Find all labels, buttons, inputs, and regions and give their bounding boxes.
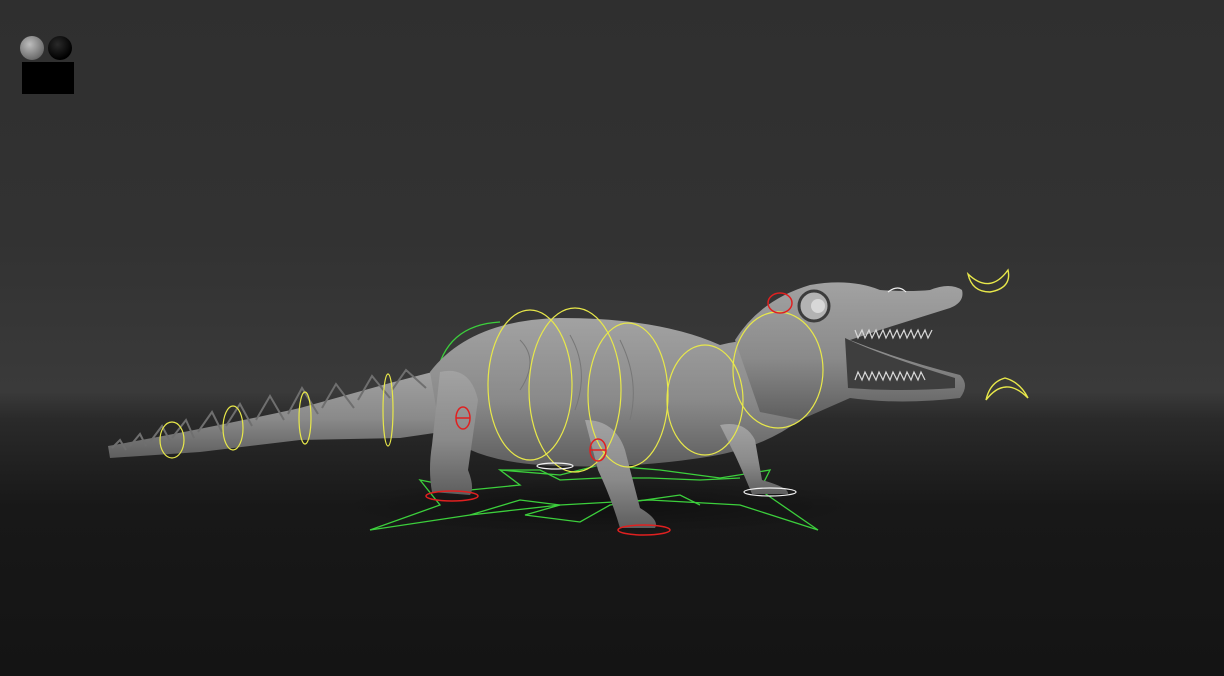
jaw-controls[interactable] xyxy=(966,268,1029,401)
crocodile-head xyxy=(735,282,965,420)
3d-viewport[interactable] xyxy=(0,0,1224,676)
scene-canvas[interactable] xyxy=(0,0,1224,676)
